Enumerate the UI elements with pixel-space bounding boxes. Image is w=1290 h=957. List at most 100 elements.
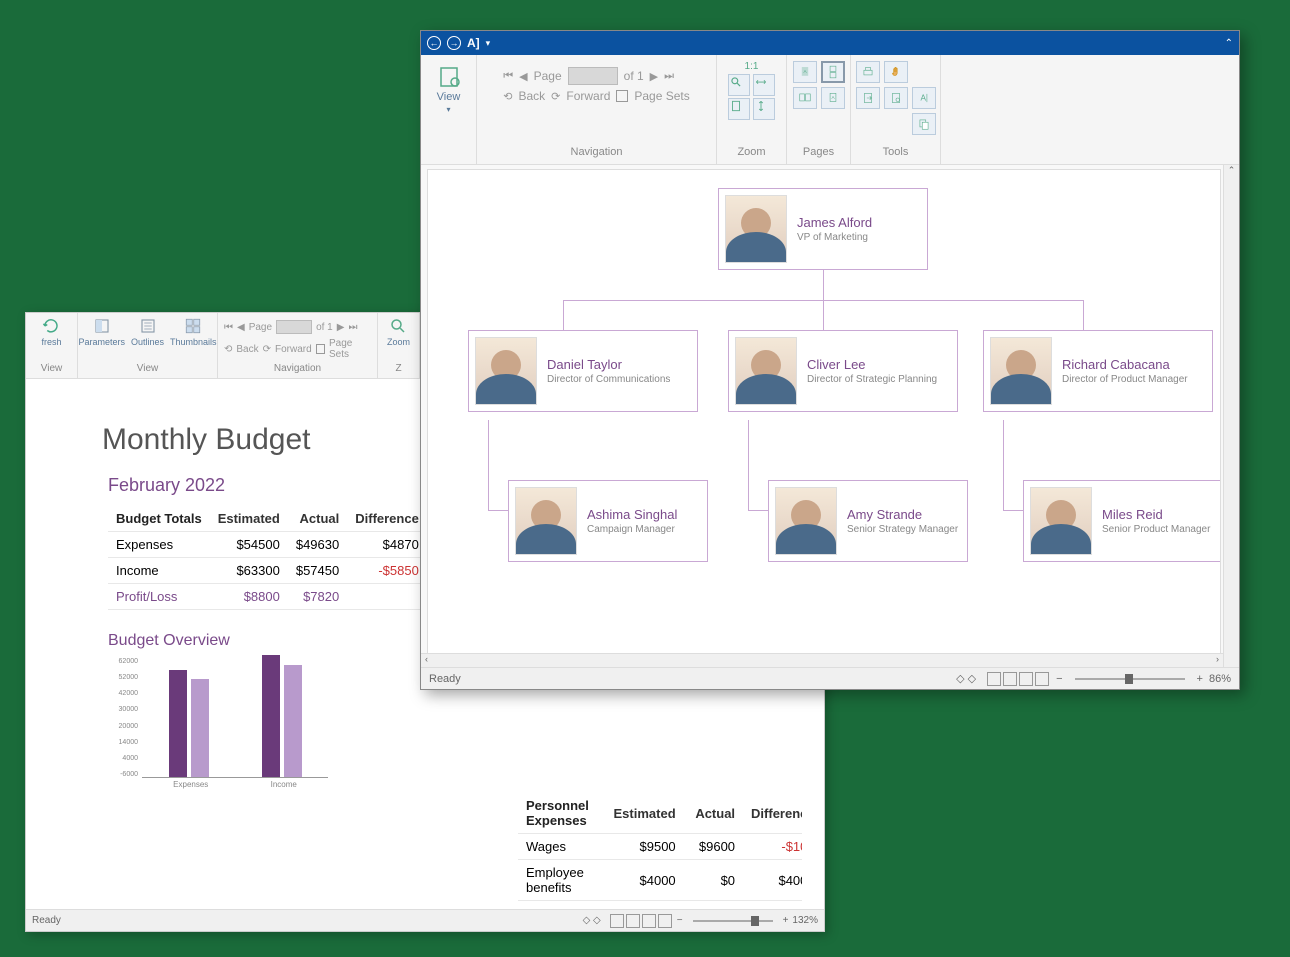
layout-continuous-icon[interactable] xyxy=(1003,672,1017,686)
zoom-tool-icon[interactable] xyxy=(728,74,750,96)
zoom-in-icon[interactable]: + xyxy=(783,915,789,926)
fit-height-icon[interactable] xyxy=(753,98,775,120)
avatar xyxy=(475,337,537,405)
org-node[interactable]: James Alford VP of Marketing xyxy=(718,188,928,270)
layout-single-icon[interactable] xyxy=(987,672,1001,686)
export-icon[interactable] xyxy=(856,87,880,109)
person-title: Senior Product Manager xyxy=(1102,524,1210,536)
person-name: Richard Cabacana xyxy=(1062,357,1188,372)
org-node[interactable]: Richard CabacanaDirector of Product Mana… xyxy=(983,330,1213,412)
hand-tool-icon[interactable] xyxy=(884,61,908,83)
person-name: Ashima Singhal xyxy=(587,507,677,522)
person-title: Director of Strategic Planning xyxy=(807,374,937,386)
one-to-one-label: 1:1 xyxy=(745,61,759,72)
person-name: Miles Reid xyxy=(1102,507,1210,522)
zoom-in-icon[interactable]: + xyxy=(1197,673,1203,685)
horizontal-scrollbar[interactable]: ‹› xyxy=(421,653,1223,667)
zoom-group-label: Zoom xyxy=(737,142,765,162)
nav-forward-icon[interactable]: → xyxy=(447,36,461,50)
two-page-icon[interactable] xyxy=(793,87,817,109)
refresh-button[interactable]: fresh xyxy=(41,317,61,347)
last-page-icon[interactable]: ⏭ xyxy=(348,322,357,333)
layout-continuous-icon[interactable] xyxy=(626,914,640,928)
page-sets-checkbox[interactable] xyxy=(616,90,628,102)
nav-back-icon[interactable]: ← xyxy=(427,36,441,50)
ribbon-front: View ▾ ⏮ ◀ Page of 1 ▶ ⏭ ⟲ Back ⟳ xyxy=(421,55,1239,165)
layout-facing-icon[interactable] xyxy=(642,914,656,928)
page-input[interactable] xyxy=(568,67,618,85)
first-page-icon[interactable]: ⏮ xyxy=(503,70,513,83)
page-input[interactable] xyxy=(276,320,312,334)
prev-page-icon[interactable]: ◀ xyxy=(519,70,527,83)
status-bar-back: Ready ◇ ◇ − + 132% xyxy=(26,909,824,931)
status-ready: Ready xyxy=(429,673,461,685)
forward-icon[interactable]: ⟳ xyxy=(551,90,560,103)
fit-width-icon[interactable] xyxy=(753,74,775,96)
page-sets-checkbox[interactable] xyxy=(316,344,325,354)
zoom-group-label: Z xyxy=(395,363,401,374)
page-label: Page xyxy=(534,69,562,83)
person-name: James Alford xyxy=(797,215,872,230)
svg-text:A: A xyxy=(831,95,835,100)
layout-multi-icon[interactable] xyxy=(658,914,672,928)
diamond-icon[interactable]: ◇ ◇ xyxy=(956,672,976,685)
person-title: Campaign Manager xyxy=(587,524,677,536)
last-page-icon[interactable]: ⏭ xyxy=(664,70,674,83)
layout-multi-icon[interactable] xyxy=(1035,672,1049,686)
title-bar: ← → A] ▾ ⌃ xyxy=(421,31,1239,55)
zoom-out-icon[interactable]: − xyxy=(677,915,683,926)
view-dropdown[interactable]: View ▾ xyxy=(429,61,469,118)
print-icon[interactable] xyxy=(856,61,880,83)
continuous-page-icon[interactable] xyxy=(821,61,845,83)
toolbar-dropdown-icon[interactable]: ▾ xyxy=(486,38,491,49)
layout-facing-icon[interactable] xyxy=(1019,672,1033,686)
svg-text:A: A xyxy=(920,93,926,102)
thumbnails-button[interactable]: Thumbnails xyxy=(170,317,217,347)
zoom-percent: 86% xyxy=(1209,673,1231,685)
diamond-icon[interactable]: ◇ ◇ xyxy=(583,915,601,926)
fit-page-icon[interactable] xyxy=(728,98,750,120)
org-node[interactable]: Amy StrandeSenior Strategy Manager xyxy=(768,480,968,562)
status-ready: Ready xyxy=(32,915,61,926)
avatar xyxy=(725,195,787,263)
back-icon[interactable]: ⟲ xyxy=(224,344,232,355)
org-node[interactable]: Miles Reid Senior Product Manager xyxy=(1023,480,1221,562)
personnel-expenses-table: Personnel ExpensesEstimatedActualDiffere… xyxy=(518,793,802,903)
parameters-button[interactable]: Parameters xyxy=(78,317,125,347)
org-node[interactable]: Cliver LeeDirector of Strategic Planning xyxy=(728,330,958,412)
page-sets-label: Page Sets xyxy=(634,89,689,103)
person-title: VP of Marketing xyxy=(797,232,872,244)
page-label: Page xyxy=(249,322,272,333)
text-cursor-icon[interactable]: A] xyxy=(467,36,480,50)
org-chart-window: ← → A] ▾ ⌃ View ▾ ⏮ ◀ Page of 1 ▶ xyxy=(420,30,1240,690)
zoom-button[interactable]: Zoom xyxy=(387,317,410,347)
avatar xyxy=(1030,487,1092,555)
tools-group-label: Tools xyxy=(883,142,909,162)
zoom-slider[interactable] xyxy=(1075,678,1185,680)
outlines-button[interactable]: Outlines xyxy=(131,317,164,347)
first-page-icon[interactable]: ⏮ xyxy=(224,322,233,333)
back-icon[interactable]: ⟲ xyxy=(503,90,512,103)
org-node[interactable]: Ashima Singhal Campaign Manager xyxy=(508,480,708,562)
avatar xyxy=(515,487,577,555)
page-sets-label: Page Sets xyxy=(329,338,371,360)
next-page-icon[interactable]: ▶ xyxy=(650,70,658,83)
forward-icon[interactable]: ⟳ xyxy=(263,344,271,355)
forward-label: Forward xyxy=(566,89,610,103)
single-page-icon[interactable]: A xyxy=(793,61,817,83)
find-icon[interactable] xyxy=(884,87,908,109)
multi-page-icon[interactable]: A xyxy=(821,87,845,109)
select-text-icon[interactable]: A xyxy=(912,87,936,109)
avatar xyxy=(735,337,797,405)
layout-single-icon[interactable] xyxy=(610,914,624,928)
window-chevron-icon[interactable]: ⌃ xyxy=(1225,38,1233,49)
prev-page-icon[interactable]: ◀ xyxy=(237,322,245,333)
copy-icon[interactable] xyxy=(912,113,936,135)
next-page-icon[interactable]: ▶ xyxy=(337,322,345,333)
pages-group-label: Pages xyxy=(803,142,834,162)
zoom-out-icon[interactable]: − xyxy=(1056,673,1062,685)
zoom-slider[interactable] xyxy=(693,920,773,922)
org-node[interactable]: Daniel TaylorDirector of Communications xyxy=(468,330,698,412)
vertical-scrollbar[interactable]: ⌃ xyxy=(1223,165,1239,667)
page-of-label: of 1 xyxy=(316,322,333,333)
